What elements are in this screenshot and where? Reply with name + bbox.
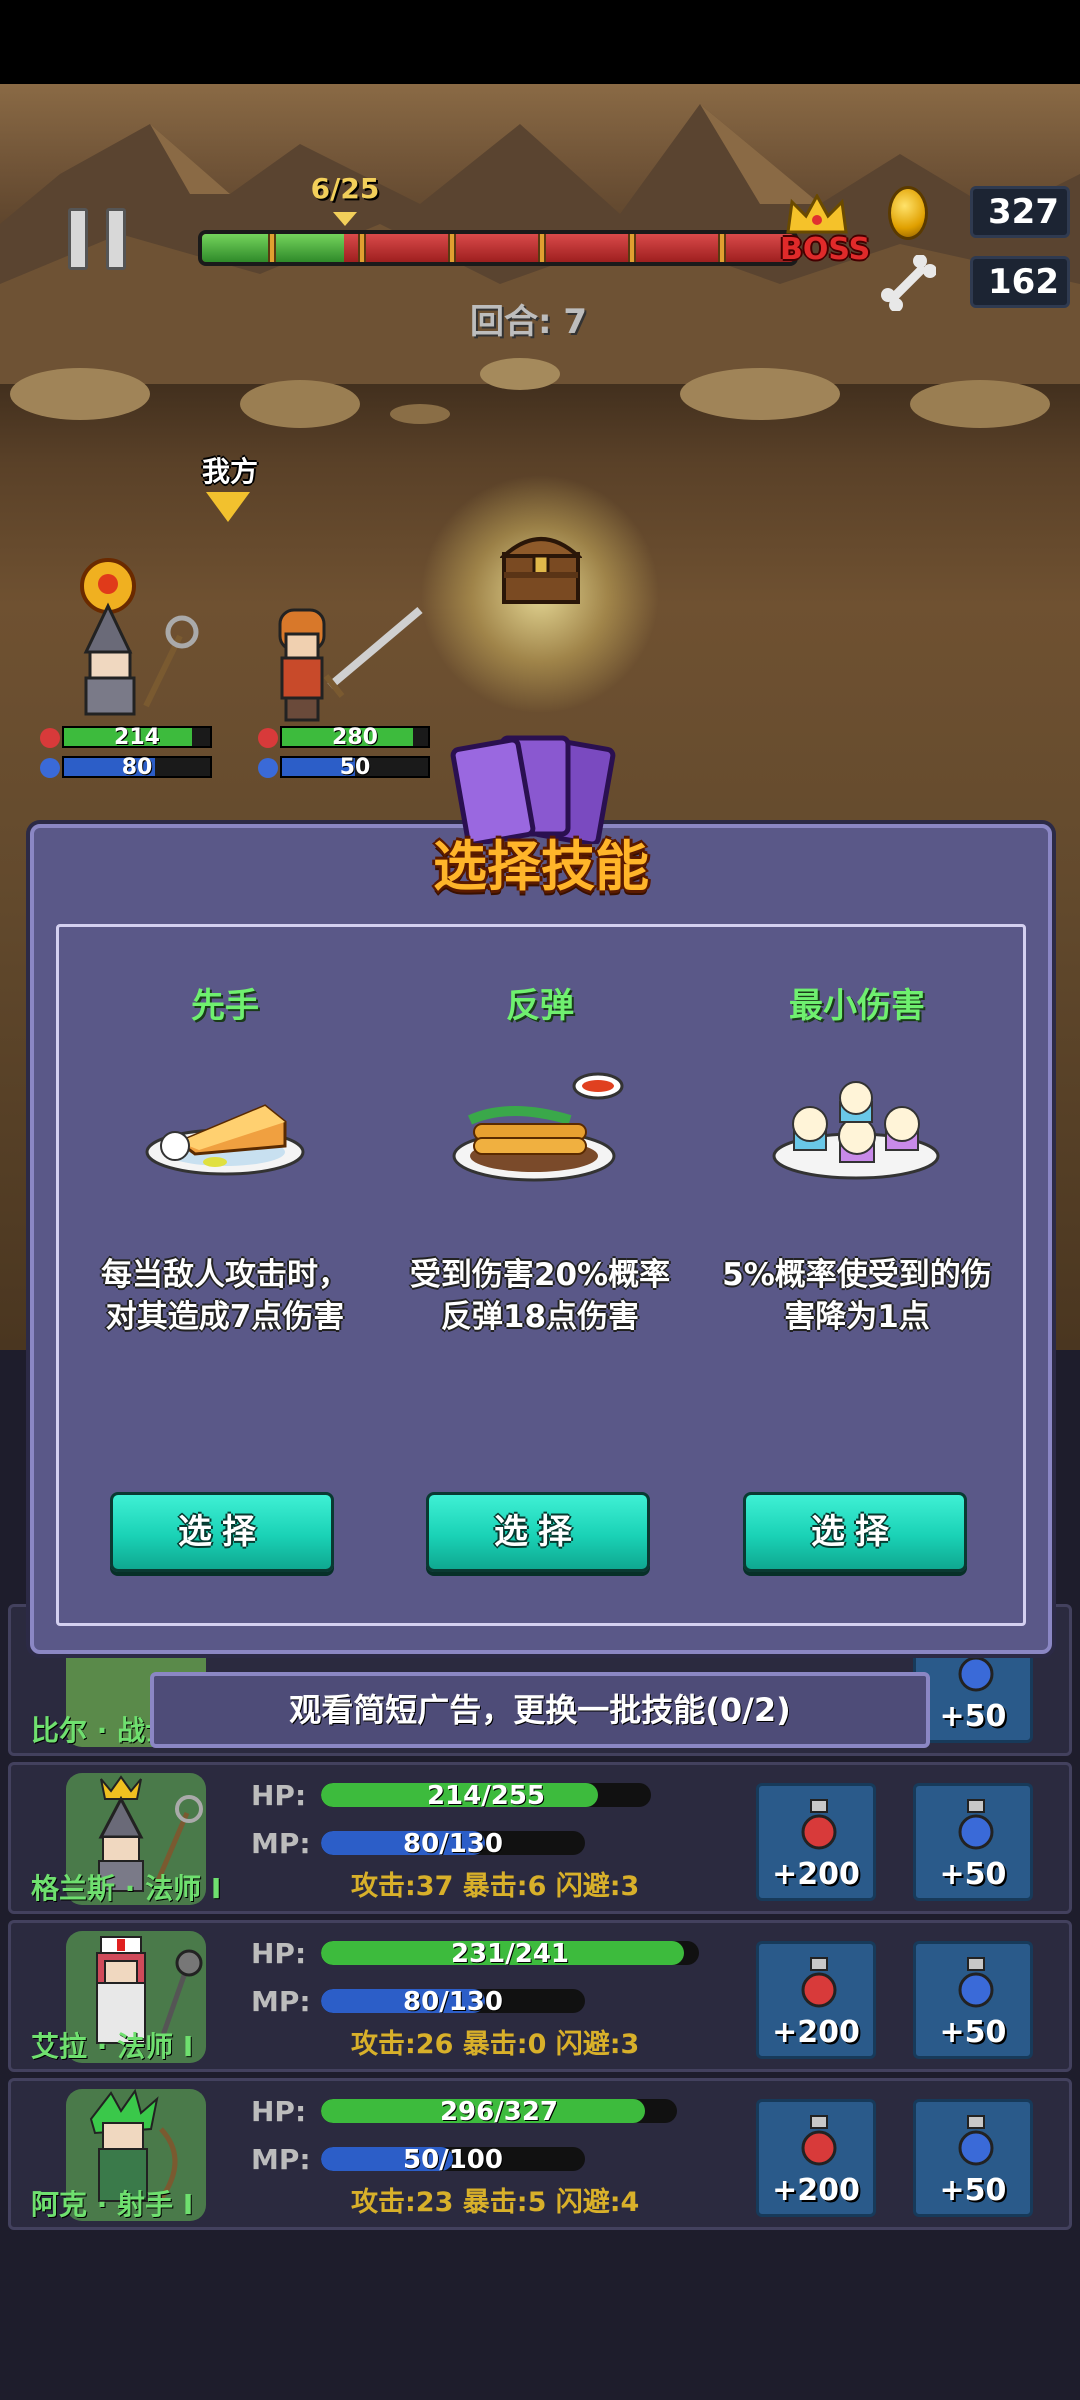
hero-name: 阿克 · 射手 Ⅰ <box>31 2188 194 2221</box>
party-card[interactable]: 格兰斯 · 法师 Ⅰ HP: 214/255 MP: 80/130 攻击:37 … <box>8 1762 1072 1914</box>
mp-label: MP: <box>251 2143 311 2176</box>
ally-arrow-icon <box>206 492 250 522</box>
gold-counter: 327 <box>970 186 1070 238</box>
bone-counter: 162 <box>970 256 1070 308</box>
wave-counter: 6/25 <box>310 172 380 205</box>
wave-progress-bar <box>198 230 798 266</box>
hp-label: HP: <box>251 2095 307 2128</box>
mp-potion-button[interactable]: +50 <box>913 1783 1033 1901</box>
hp-label: HP: <box>251 1779 307 1812</box>
boss-label: BOSS <box>780 232 871 267</box>
hp-bar: 296/327 <box>321 2099 677 2123</box>
hp-potion-icon <box>40 728 60 748</box>
select-skill-button[interactable]: 选择 <box>743 1492 967 1572</box>
bone-icon <box>881 255 936 311</box>
hp-potion-icon <box>258 728 278 748</box>
mp-bar: 50/100 <box>321 2147 585 2171</box>
round-counter: 回合: 7 <box>470 302 588 342</box>
cupcakes-plate-icon <box>772 1081 940 1180</box>
skill-description: 5%概率使受到的伤害降为1点 <box>722 1257 992 1335</box>
hp-bar: 214/255 <box>321 1783 651 1807</box>
select-skill-button[interactable]: 选择 <box>110 1492 334 1572</box>
toast-dish-icon <box>145 1104 305 1176</box>
hp-label: HP: <box>251 1937 307 1970</box>
skill-description: 每当敌人攻击时，对其造成7点伤害 <box>101 1257 349 1335</box>
mp-potion-button[interactable]: +50 <box>913 2099 1033 2217</box>
party-card[interactable]: 阿克 · 射手 Ⅰ HP: 296/327 MP: 50/100 攻击:23 暴… <box>8 2078 1072 2230</box>
ally-label: 我方 <box>201 455 258 488</box>
mp-potion-button[interactable]: +50 <box>913 1941 1033 2059</box>
wave-pointer-icon <box>333 212 357 226</box>
status-bar <box>0 0 1080 84</box>
hp-potion-button[interactable]: +200 <box>756 1783 876 1901</box>
skill-description: 受到伤害20%概率反弹18点伤害 <box>409 1257 671 1335</box>
hero-name: 艾拉 · 法师 Ⅰ <box>31 2030 194 2063</box>
select-skill-button[interactable]: 选择 <box>426 1492 650 1572</box>
party-card[interactable]: 艾拉 · 法师 Ⅰ HP: 231/241 MP: 80/130 攻击:26 暴… <box>8 1920 1072 2072</box>
skill-name: 最小伤害 <box>789 986 925 1026</box>
mage-hero-sprite <box>80 558 199 716</box>
crown-icon <box>786 194 848 234</box>
coin-icon <box>888 186 928 240</box>
hero-stats: 攻击:23 暴击:5 闪避:4 <box>351 2187 640 2218</box>
hero-stats: 攻击:26 暴击:0 闪避:3 <box>351 2029 640 2060</box>
hero-name: 格兰斯 · 法师 Ⅰ <box>31 1872 222 1905</box>
watch-ad-refresh-button[interactable]: 观看简短广告，更换一批技能(0/2) <box>150 1672 930 1748</box>
mp-potion-icon <box>40 758 60 778</box>
dialog-title: 选择技能 <box>433 835 649 898</box>
treasure-chest-icon[interactable] <box>500 528 582 606</box>
skill-name: 先手 <box>191 986 259 1026</box>
mp-bar: 80/130 <box>321 1989 585 2013</box>
hp-potion-button[interactable]: +200 <box>756 2099 876 2217</box>
hp-potion-button[interactable]: +200 <box>756 1941 876 2059</box>
mp-label: MP: <box>251 1985 311 2018</box>
field-mp-bar: 50 <box>280 755 430 780</box>
mp-potion-icon <box>258 758 278 778</box>
field-hp-bar: 214 <box>62 725 212 750</box>
hp-bar: 231/241 <box>321 1941 699 1965</box>
skill-name: 反弹 <box>506 986 574 1026</box>
mp-label: MP: <box>251 1827 311 1860</box>
pause-button[interactable] <box>68 208 128 270</box>
field-hp-bar: 280 <box>280 725 430 750</box>
spring-rolls-dish-icon <box>452 1072 624 1182</box>
field-mp-bar: 80 <box>62 755 212 780</box>
mp-bar: 80/130 <box>321 1831 585 1855</box>
warrior-hero-sprite <box>278 606 423 722</box>
hero-stats: 攻击:37 暴击:6 闪避:3 <box>351 1871 640 1902</box>
